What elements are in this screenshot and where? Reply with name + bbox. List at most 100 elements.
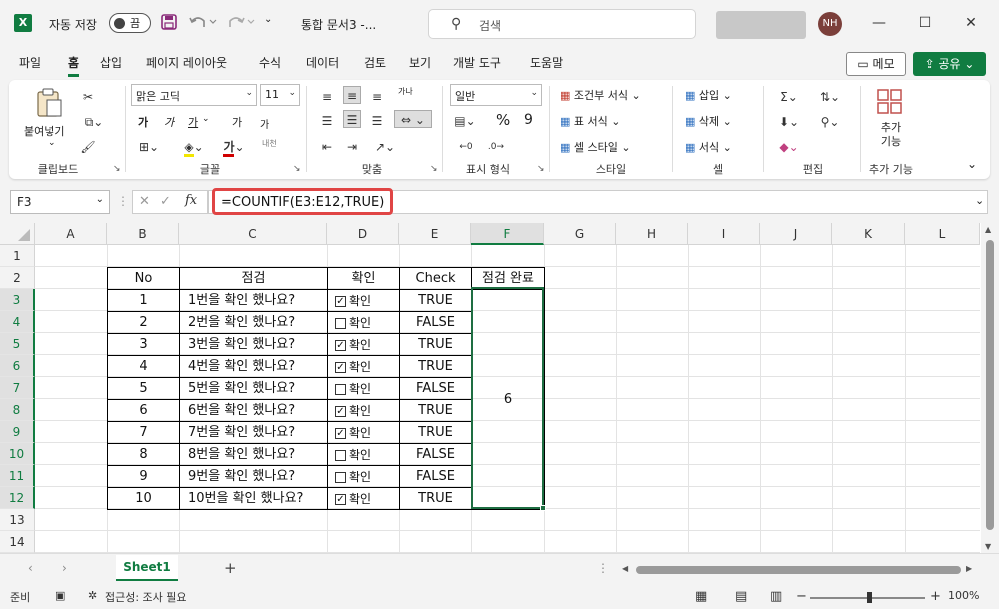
dialog-launcher-icon[interactable]: ↘ [293,164,301,174]
save-icon[interactable] [160,13,178,31]
cell-check-item[interactable]: 2번을 확인 했나요? [179,311,328,334]
increase-decimal-icon[interactable]: ←0 [455,138,477,156]
column-header-f[interactable]: F [471,223,544,245]
paste-icon[interactable] [33,87,65,119]
zoom-in-button[interactable]: + [930,589,941,604]
row-header-11[interactable]: 11 [0,465,35,487]
dialog-launcher-icon[interactable]: ↘ [430,164,438,174]
cell-checkbox[interactable]: 확인 [327,311,400,334]
dialog-launcher-icon[interactable]: ↘ [537,164,545,174]
align-middle-icon[interactable]: ≡ [343,86,361,104]
more-icon[interactable]: ⋮ [597,561,609,575]
cell-no[interactable]: 8 [107,443,180,466]
cell-no[interactable]: 9 [107,465,180,488]
horizontal-scroll-thumb[interactable] [636,566,961,574]
next-sheet-icon[interactable]: › [62,561,67,575]
format-as-table-button[interactable]: ▦ 표 서식 ⌄ [560,113,620,129]
format-cells-button[interactable]: ▦ 서식 ⌄ [685,139,732,155]
paste-label[interactable]: 붙여넣기 [24,123,64,139]
accessibility-icon[interactable]: ✲ [88,589,97,602]
column-header-e[interactable]: E [399,223,471,245]
tab-review[interactable]: 검토 [364,54,386,71]
cell-no[interactable]: 1 [107,289,180,312]
cell-check-value[interactable]: FALSE [399,443,472,466]
cell-no[interactable]: 4 [107,355,180,378]
zoom-slider-thumb[interactable] [867,592,872,603]
cell-no[interactable]: 5 [107,377,180,400]
cell-check-item[interactable]: 9번을 확인 했나요? [179,465,328,488]
column-header-a[interactable]: A [35,223,107,245]
tab-home[interactable]: 홈 [68,54,80,77]
row-header-3[interactable]: 3 [0,289,35,311]
checkbox-checked[interactable]: ✓ [335,296,346,307]
cell-no[interactable]: 7 [107,421,180,444]
cell-check-value[interactable]: TRUE [399,289,472,312]
cell-checkbox[interactable]: ✓ 확인 [327,421,400,444]
delete-cells-button[interactable]: ▦ 삭제 ⌄ [685,113,732,129]
checkbox-unchecked[interactable] [335,318,346,329]
cell-checkbox[interactable]: ✓ 확인 [327,289,400,312]
tab-formulas[interactable]: 수식 [259,54,281,71]
zoom-level[interactable]: 100% [948,589,979,602]
header-check-item[interactable]: 점검 [179,267,328,290]
cut-icon[interactable]: ✂ [79,88,97,106]
font-size-select[interactable]: 11 ⌄ [260,84,300,106]
share-button[interactable]: ⇪ 공유 ⌄ [913,52,986,76]
tab-help[interactable]: 도움말 [530,54,563,71]
wrap-text-button[interactable]: 가나 [398,86,413,97]
number-format-select[interactable]: 일반 ⌄ [450,84,542,106]
format-painter-icon[interactable]: 🖌 [79,138,97,156]
underline-chevron-icon[interactable]: ⌄ [202,114,210,124]
row-header-10[interactable]: 10 [0,443,35,465]
avatar[interactable]: NH [818,12,842,36]
cell-check-item[interactable]: 7번을 확인 했나요? [179,421,328,444]
vertical-scrollbar[interactable]: ▲ ▼ [981,223,999,553]
checkbox-unchecked[interactable] [335,472,346,483]
autosum-icon[interactable]: Σ⌄ [775,88,803,106]
cell-checkbox[interactable]: ✓ 확인 [327,487,400,510]
scroll-up-icon[interactable]: ▲ [985,225,991,234]
checkbox-checked[interactable]: ✓ [335,494,346,505]
expand-formula-bar-icon[interactable]: ⌄ [975,194,984,207]
add-ins-label[interactable]: 추가 기능 [878,121,904,149]
checkbox-checked[interactable]: ✓ [335,362,346,373]
cell-check-value[interactable]: TRUE [399,487,472,510]
fill-handle[interactable] [540,505,546,511]
search-box[interactable]: ⚲ 검색 [428,9,696,39]
cell-styles-button[interactable]: ▦ 셀 스타일 ⌄ [560,139,631,155]
column-header-k[interactable]: K [832,223,905,245]
cell-no[interactable]: 6 [107,399,180,422]
cell-no[interactable]: 3 [107,333,180,356]
tab-file[interactable]: 파일 [19,54,41,71]
cancel-icon[interactable]: ✕ [139,194,150,209]
row-header-7[interactable]: 7 [0,377,35,399]
header-confirm[interactable]: 확인 [327,267,400,290]
sort-filter-icon[interactable]: ⇅⌄ [815,88,845,106]
merge-center-icon[interactable]: ⇔ ⌄ [394,110,432,128]
cell-checkbox[interactable]: ✓ 확인 [327,355,400,378]
cell-check-value[interactable]: TRUE [399,421,472,444]
normal-view-icon[interactable]: ▦ [695,589,707,604]
row-header-6[interactable]: 6 [0,355,35,377]
redo-icon[interactable] [226,13,256,31]
align-bottom-icon[interactable]: ≡ [368,88,386,106]
row-header-8[interactable]: 8 [0,399,35,421]
zoom-out-button[interactable]: − [796,589,807,604]
maximize-button[interactable]: ☐ [910,10,940,36]
column-header-d[interactable]: D [327,223,399,245]
checkbox-unchecked[interactable] [335,384,346,395]
percent-button[interactable]: % [496,111,510,129]
column-header-b[interactable]: B [107,223,179,245]
header-no[interactable]: No [107,267,180,290]
cell-check-item[interactable]: 6번을 확인 했나요? [179,399,328,422]
scroll-right-icon[interactable]: ▶ [966,564,972,573]
shrink-font-button[interactable]: 가 [260,116,269,131]
formula-highlight[interactable]: =COUNTIF(E3:E12,TRUE) [212,188,394,215]
italic-button[interactable]: 가 [164,114,174,130]
underline-button[interactable]: 가 [188,114,198,130]
cell-checkbox[interactable]: ✓ 확인 [327,333,400,356]
cell-check-value[interactable]: TRUE [399,333,472,356]
scroll-left-icon[interactable]: ◀ [622,564,628,573]
column-header-j[interactable]: J [760,223,832,245]
tab-data[interactable]: 데이터 [306,54,339,71]
